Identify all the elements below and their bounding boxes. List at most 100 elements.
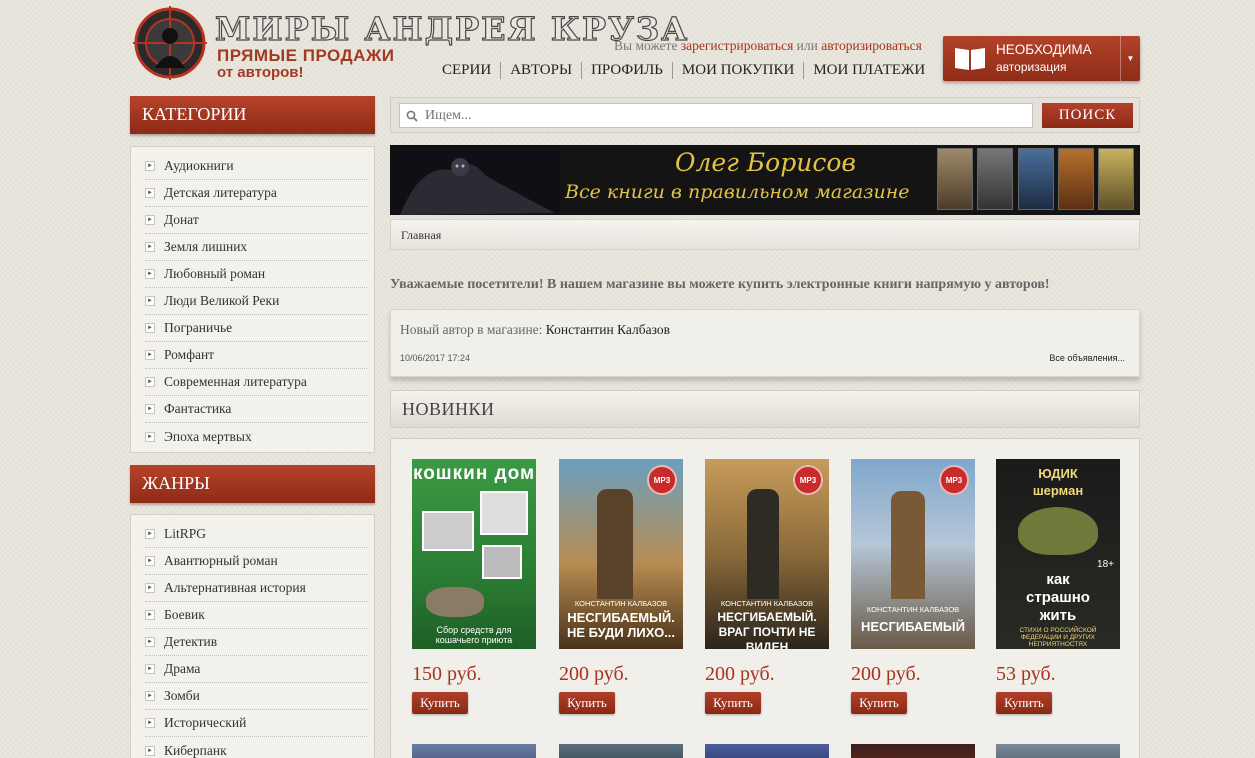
search-input[interactable] [399, 103, 1033, 128]
category-item[interactable]: ► Любовный роман [145, 261, 367, 288]
book-cover[interactable]: MP3 КОНСТАНТИН КАЛБАЗОВ НЕСГИБАЕМЫЙ. НЕ … [559, 459, 683, 649]
product-card: кошкин дом Сбор средств для кошачьего пр… [412, 459, 536, 714]
genre-label: Киберпанк [164, 742, 227, 758]
hero-figure [891, 491, 925, 599]
banner-figure-image [390, 145, 560, 215]
login-link[interactable]: авторизироваться [821, 38, 922, 53]
category-item[interactable]: ► Ромфант [145, 342, 367, 369]
genre-item[interactable]: ► LitRPG [145, 521, 367, 548]
category-item[interactable]: ► Аудиокниги [145, 153, 367, 180]
book-cover[interactable]: кошкин дом Сбор средств для кошачьего пр… [412, 459, 536, 649]
genres-list: ► LitRPG ► Авантюрный роман ► Альтернативна… [130, 514, 375, 758]
genre-item[interactable]: ► Авантюрный роман [145, 548, 367, 575]
buy-button[interactable]: Купить [705, 692, 761, 714]
book-cover[interactable] [559, 744, 683, 758]
genre-item[interactable]: ► Киберпанк [145, 737, 367, 758]
bullet-arrow-icon: ► [145, 161, 155, 171]
cover-author: КОНСТАНТИН КАЛБАЗОВ [720, 599, 814, 608]
category-item[interactable]: ► Пограничье [145, 315, 367, 342]
banner-slogan: Все книги в правильном магазине [565, 181, 910, 203]
book-icon [955, 48, 985, 70]
chevron-down-icon[interactable]: ▼ [1120, 36, 1140, 81]
banner-book-cover [937, 148, 973, 210]
all-announcements-link[interactable]: Все объявления... [1049, 353, 1125, 363]
category-item[interactable]: ► Земля лишних [145, 234, 367, 261]
bullet-arrow-icon: ► [145, 610, 155, 620]
book-cover[interactable] [996, 744, 1120, 758]
category-item[interactable]: ► Донат [145, 207, 367, 234]
mp3-badge-icon: MP3 [939, 465, 969, 495]
genre-item[interactable]: ► Боевик [145, 602, 367, 629]
book-cover[interactable]: ЮДИК шерман 18+ как страшно жить СТИХИ О… [996, 459, 1120, 649]
buy-button[interactable]: Купить [559, 692, 615, 714]
news-prefix: Новый автор в магазине: [400, 322, 543, 337]
buy-button[interactable]: Купить [996, 692, 1052, 714]
search-button[interactable]: ПОИСК [1042, 103, 1133, 128]
auth-required-button[interactable]: НЕОБХОДИМА авторизация ▼ [943, 36, 1140, 81]
category-label: Эпоха мертвых [164, 428, 252, 444]
age-rating: 18+ [1097, 559, 1114, 570]
cover-title: как страшно жить [1026, 571, 1090, 624]
promo-banner[interactable]: Олег Борисов Все книги в правильном мага… [390, 145, 1140, 215]
category-label: Детская литература [164, 185, 277, 200]
book-cover[interactable] [851, 744, 975, 758]
news-date: 10/06/2017 17:24 [400, 353, 471, 363]
bullet-arrow-icon: ► [145, 745, 155, 756]
category-item[interactable]: ► Современная литература [145, 369, 367, 396]
category-item[interactable]: ► Детская литература [145, 180, 367, 207]
genre-label: Авантюрный роман [164, 553, 278, 568]
cover-title: НЕСГИБАЕМЫЙ. ВРАГ ПОЧТИ НЕ ВИДЕН [717, 610, 817, 649]
book-cover[interactable] [412, 744, 536, 758]
search-bar: ПОИСК [390, 97, 1140, 133]
genre-label: Драма [164, 661, 201, 676]
auth-button-subtitle: авторизация [996, 60, 1067, 74]
book-cover[interactable]: MP3 КОНСТАНТИН КАЛБАЗОВ НЕСГИБАЕМЫЙ. ВРА… [705, 459, 829, 649]
category-label: Любовный роман [164, 266, 266, 281]
mp3-badge-icon: MP3 [793, 465, 823, 495]
genre-item[interactable]: ► Исторический [145, 710, 367, 737]
bullet-arrow-icon: ► [145, 377, 155, 387]
news-author-link[interactable]: Константин Калбазов [546, 322, 670, 337]
auth-links: Вы можете зарегистрироваться или авториз… [614, 38, 922, 54]
logo-subtitle: ПРЯМЫЕ ПРОДАЖИ [217, 46, 395, 65]
bullet-arrow-icon: ► [145, 323, 155, 333]
genre-item[interactable]: ► Зомби [145, 683, 367, 710]
genre-label: Боевик [164, 607, 205, 622]
cat-photo [480, 491, 528, 535]
cover-title: кошкин дом [412, 463, 536, 484]
cover-author: КОНСТАНТИН КАЛБАЗОВ [866, 605, 960, 614]
book-cover[interactable]: MP3 КОНСТАНТИН КАЛБАЗОВ НЕСГИБАЕМЫЙ [851, 459, 975, 649]
category-label: Земля лишних [164, 239, 248, 254]
genre-item[interactable]: ► Детектив [145, 629, 367, 656]
nav-authors[interactable]: АВТОРЫ [501, 62, 583, 79]
genre-item[interactable]: ► Драма [145, 656, 367, 683]
cover-caption: СТИХИ О РОССИЙСКОЙ ФЕДЕРАЦИИ И ДРУГИХ НЕ… [1019, 627, 1097, 648]
cover-author: КОНСТАНТИН КАЛБАЗОВ [574, 599, 668, 608]
cat-photo [422, 511, 474, 551]
category-label: Ромфант [164, 347, 215, 362]
breadcrumb[interactable]: Главная [390, 219, 1140, 250]
auth-button-title: НЕОБХОДИМА [996, 42, 1092, 57]
book-cover[interactable] [705, 744, 829, 758]
product-card: MP3 КОНСТАНТИН КАЛБАЗОВ НЕСГИБАЕМЫЙ. ВРА… [705, 459, 829, 714]
auth-or: или [796, 38, 818, 53]
bullet-arrow-icon: ► [145, 404, 155, 414]
genre-item[interactable]: ► Альтернативная история [145, 575, 367, 602]
buy-button[interactable]: Купить [412, 692, 468, 714]
category-item[interactable]: ► Фантастика [145, 396, 367, 423]
news-line: Новый автор в магазине: Константин Калба… [400, 322, 670, 338]
category-item[interactable]: ► Эпоха мертвых [145, 423, 367, 450]
register-link[interactable]: зарегистрироваться [681, 38, 793, 53]
nav-my-payments[interactable]: МОИ ПЛАТЕЖИ [804, 62, 934, 79]
nav-my-purchases[interactable]: МОИ ПОКУПКИ [673, 62, 805, 79]
nav-series[interactable]: СЕРИИ [433, 62, 502, 79]
genres-header: ЖАНРЫ [130, 465, 375, 503]
category-label: Пограничье [164, 320, 233, 335]
buy-button[interactable]: Купить [851, 692, 907, 714]
bullet-arrow-icon: ► [145, 691, 155, 701]
hero-figure [747, 489, 779, 599]
nav-profile[interactable]: ПРОФИЛЬ [582, 62, 673, 79]
category-item[interactable]: ► Люди Великой Реки [145, 288, 367, 315]
cover-title: НЕСГИБАЕМЫЙ [861, 619, 965, 634]
genre-label: Зомби [164, 688, 200, 703]
